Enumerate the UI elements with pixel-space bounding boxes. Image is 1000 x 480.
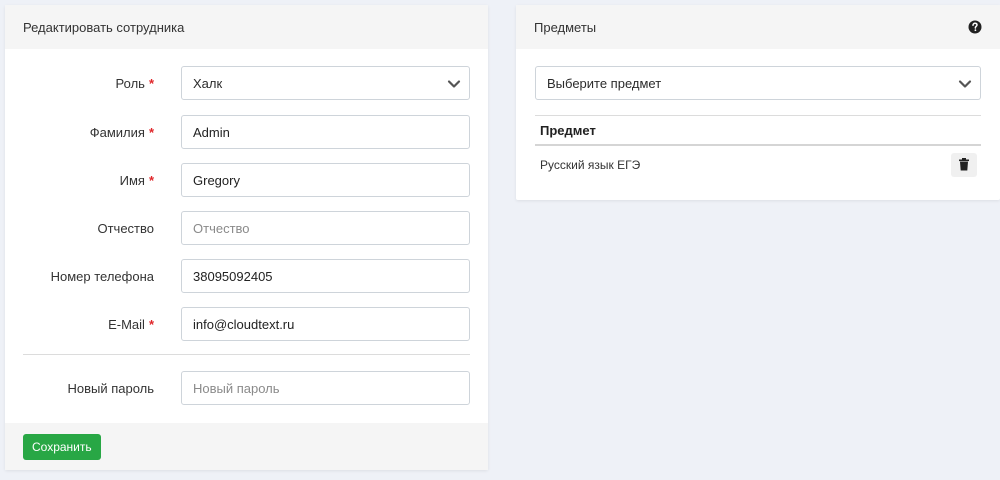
subjects-card: Предметы Выберите предмет Предмет Русски…: [516, 5, 1000, 200]
patronymic-input[interactable]: [181, 211, 470, 245]
last-name-row: Фамилия *: [5, 115, 488, 149]
save-button[interactable]: Сохранить: [23, 433, 101, 460]
role-row: Роль * Халк: [5, 66, 488, 100]
subjects-header: Предметы: [516, 5, 1000, 49]
patronymic-label: Отчество: [97, 220, 154, 236]
phone-input[interactable]: [181, 259, 470, 293]
edit-employee-title: Редактировать сотрудника: [23, 19, 185, 35]
required-marker: *: [148, 124, 154, 140]
trash-icon: [959, 158, 969, 171]
new-password-label: Новый пароль: [67, 380, 154, 396]
role-select-value: Халк: [193, 75, 223, 91]
first-name-label: Имя *: [119, 172, 154, 188]
email-row: E-Mail *: [5, 307, 488, 341]
first-name-row: Имя *: [5, 163, 488, 197]
first-name-input[interactable]: [181, 163, 470, 197]
phone-label: Номер телефона: [50, 268, 154, 284]
last-name-label: Фамилия *: [89, 124, 154, 140]
subject-column-header: Предмет: [535, 116, 981, 146]
chevron-down-icon: [958, 80, 972, 88]
new-password-row: Новый пароль: [5, 371, 488, 405]
edit-employee-card: Редактировать сотрудника Роль * Халк Фами…: [5, 5, 488, 470]
patronymic-row: Отчество: [5, 211, 488, 245]
table-row: Русский язык ЕГЭ: [535, 146, 981, 183]
role-label: Роль *: [115, 75, 154, 91]
subject-name: Русский язык ЕГЭ: [540, 157, 641, 172]
last-name-input[interactable]: [181, 115, 470, 149]
delete-subject-button[interactable]: [951, 152, 977, 177]
chevron-down-icon: [447, 80, 461, 88]
form-divider: [23, 354, 470, 355]
edit-employee-header: Редактировать сотрудника: [5, 5, 488, 49]
new-password-input[interactable]: [181, 371, 470, 405]
subjects-title: Предметы: [534, 19, 597, 35]
required-marker: *: [148, 316, 154, 332]
required-marker: *: [148, 172, 154, 188]
subject-select-placeholder: Выберите предмет: [547, 75, 662, 91]
edit-employee-footer: Сохранить: [5, 423, 488, 470]
required-marker: *: [148, 75, 154, 91]
edit-employee-form: Роль* Халк Фамилия* Имя* Отчество: [5, 49, 488, 423]
phone-row: Номер телефона: [5, 259, 488, 293]
email-label: E-Mail *: [108, 316, 154, 332]
subjects-table: Предмет Русский язык ЕГЭ: [535, 115, 981, 183]
email-input[interactable]: [181, 307, 470, 341]
subject-select[interactable]: Выберите предмет: [535, 66, 981, 100]
role-select[interactable]: Халк: [181, 66, 470, 100]
question-circle-icon[interactable]: [968, 20, 982, 34]
